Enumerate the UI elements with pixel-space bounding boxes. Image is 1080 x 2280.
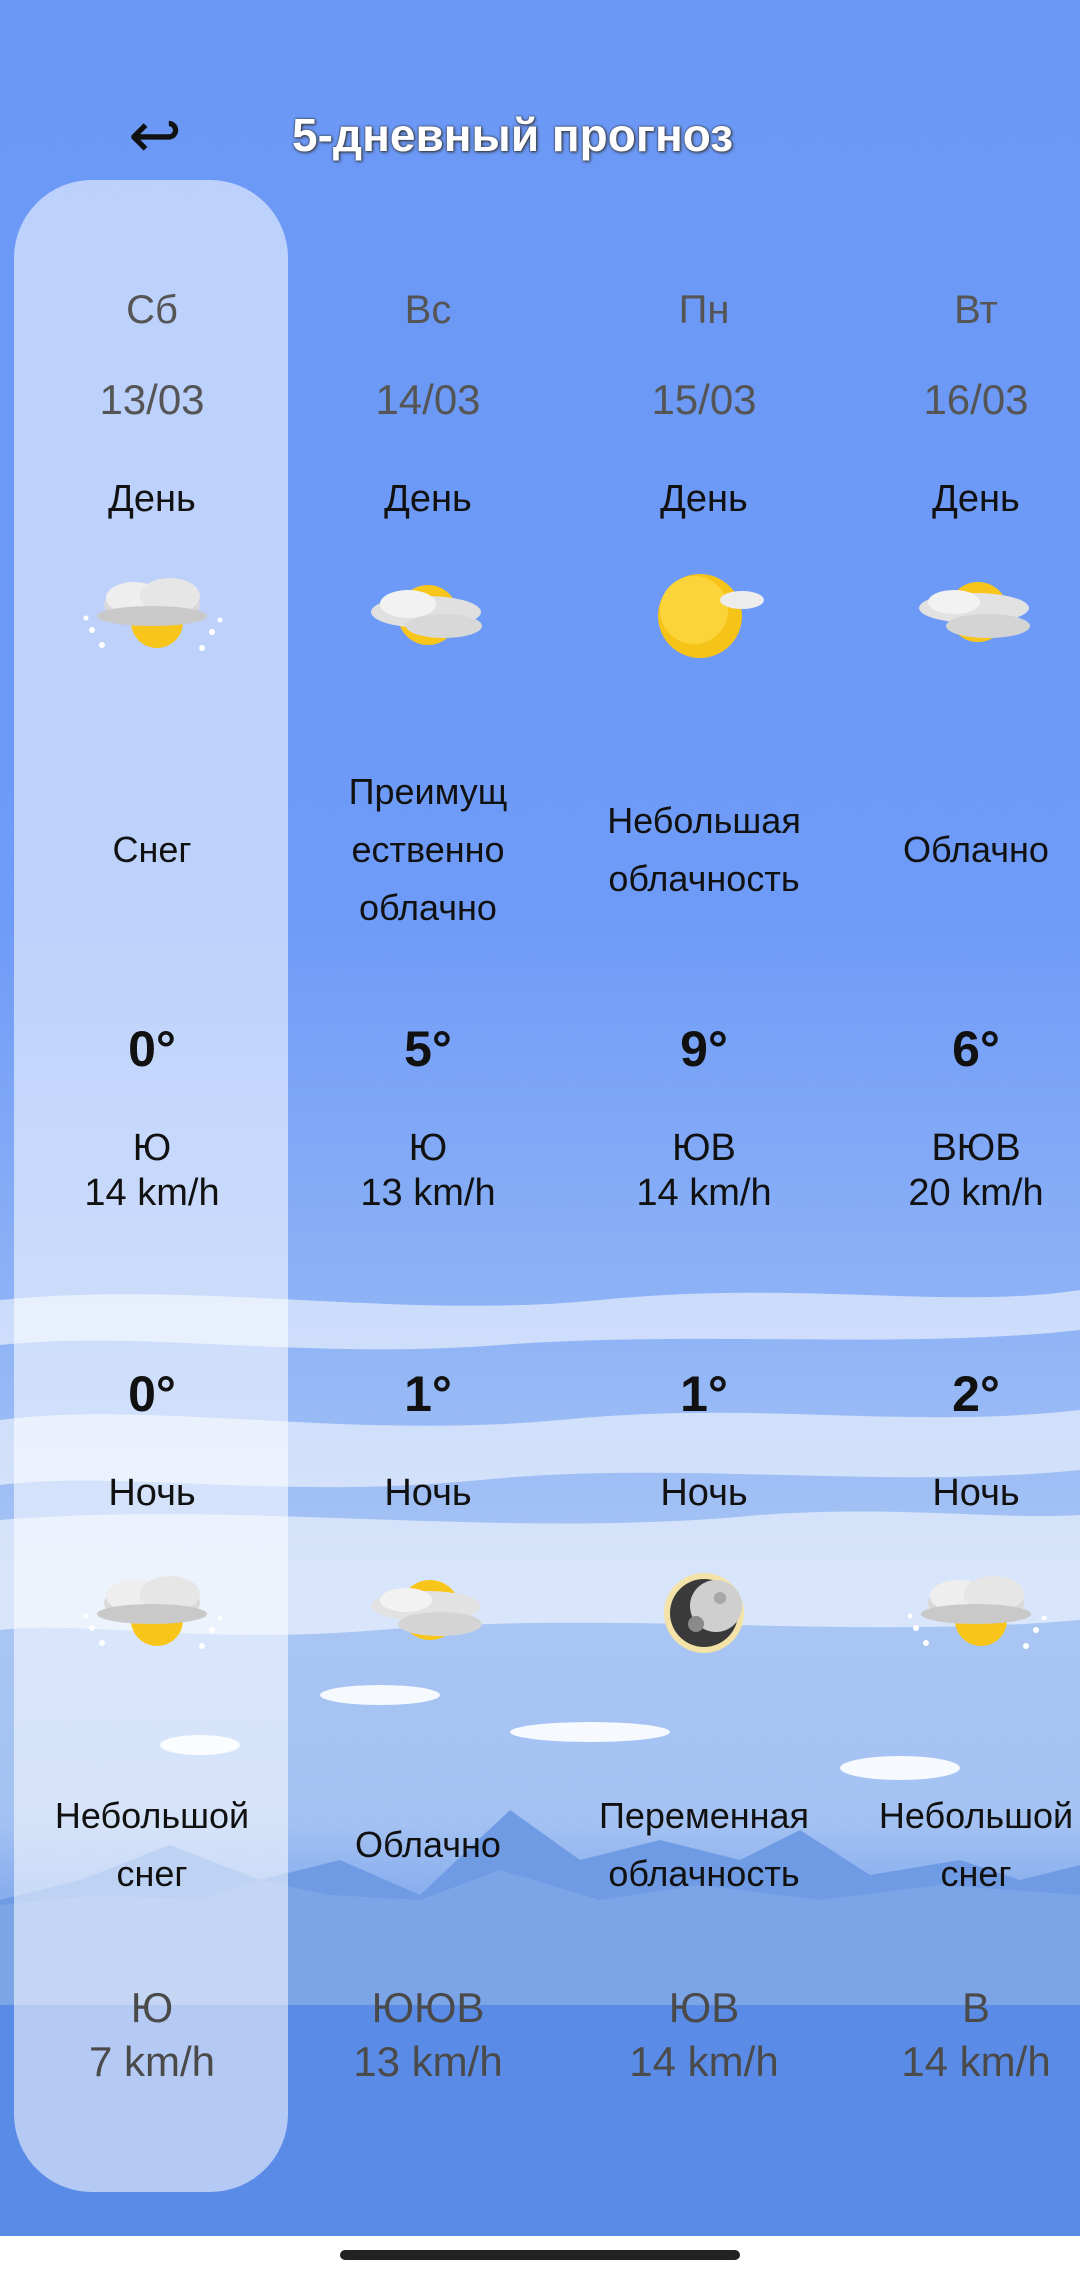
- night-wind-direction: Ю: [130, 1984, 174, 2031]
- night-wind-speed: 13 km/h: [353, 2038, 503, 2085]
- date-label: 13/03: [99, 376, 205, 423]
- day-of-week: Сб: [126, 288, 178, 332]
- forecast-day-column-1[interactable]: Вс 14/03 День Преимущ ественно облачно 5…: [290, 0, 566, 2280]
- day-wind-direction: Ю: [132, 1127, 172, 1169]
- snow-cloud-icon: [72, 1558, 232, 1668]
- day-label: День: [660, 478, 748, 520]
- night-label: Ночь: [384, 1472, 472, 1514]
- night-wind-speed: 7 km/h: [88, 2038, 216, 2085]
- day-of-week: Вт: [954, 288, 998, 332]
- day-wind-speed: 20 km/h: [908, 1172, 1044, 1214]
- night-temperature: 1°: [680, 1366, 728, 1422]
- day-of-week: Пн: [678, 288, 730, 332]
- night-wind-speed: 14 km/h: [629, 2038, 779, 2085]
- day-temperature: 6°: [952, 1021, 1000, 1077]
- day-condition: Преимущ ественно облачно: [348, 771, 508, 928]
- day-temperature: 9°: [680, 1021, 728, 1077]
- day-temperature: 0°: [128, 1021, 176, 1077]
- home-indicator[interactable]: [340, 2250, 740, 2260]
- date-label: 16/03: [923, 376, 1029, 423]
- day-of-week: Вс: [404, 288, 452, 332]
- snow-cloud-icon: [72, 560, 232, 670]
- night-temperature: 0°: [128, 1366, 176, 1422]
- day-wind-speed: 14 km/h: [636, 1172, 772, 1214]
- date-label: 14/03: [375, 376, 481, 423]
- night-wind-direction: ЮЮВ: [371, 1984, 485, 2031]
- forecast-day-column-0[interactable]: Сб 13/03 День Снег 0° Ю 14 km/h 0° Ночь …: [14, 0, 290, 2280]
- day-label: День: [108, 478, 196, 520]
- forecast-day-column-3[interactable]: Вт 16/03 День Облачно 6° ВЮВ 20 km/h 2° …: [838, 0, 1080, 2280]
- day-wind-speed: 13 km/h: [360, 1172, 496, 1214]
- day-wind-direction: Ю: [408, 1127, 448, 1169]
- night-condition: Небольшой снег: [54, 1795, 250, 1894]
- night-temperature: 2°: [952, 1366, 1000, 1422]
- day-temperature: 5°: [404, 1021, 452, 1077]
- night-wind-direction: ЮВ: [668, 1984, 740, 2031]
- date-label: 15/03: [651, 376, 757, 423]
- day-condition: Облачно: [903, 829, 1049, 870]
- day-label: День: [932, 478, 1020, 520]
- night-wind-direction: В: [961, 1984, 990, 2031]
- night-label: Ночь: [108, 1472, 196, 1514]
- forecast-day-column-2[interactable]: Пн 15/03 День Небольшая облачность 9° ЮВ…: [566, 0, 842, 2280]
- snow-cloud-icon: [896, 1558, 1056, 1668]
- night-temperature: 1°: [404, 1366, 452, 1422]
- day-wind-direction: ЮВ: [672, 1127, 736, 1169]
- night-label: Ночь: [932, 1472, 1020, 1514]
- night-condition: Переменная облачность: [599, 1795, 809, 1894]
- night-condition: Небольшой снег: [878, 1795, 1074, 1894]
- day-condition: Снег: [112, 829, 192, 870]
- day-condition: Небольшая облачность: [607, 800, 801, 899]
- cloudy-icon: [348, 1558, 508, 1668]
- day-wind-direction: ВЮВ: [931, 1127, 1021, 1169]
- day-label: День: [384, 478, 472, 520]
- night-label: Ночь: [660, 1472, 748, 1514]
- moon-icon: [624, 1558, 784, 1668]
- cloudy-icon: [896, 560, 1056, 670]
- night-condition: Облачно: [355, 1824, 501, 1865]
- day-wind-speed: 14 km/h: [84, 1172, 220, 1214]
- mostly-cloudy-icon: [348, 560, 508, 670]
- night-wind-speed: 14 km/h: [901, 2038, 1051, 2085]
- sunny-icon: [624, 560, 784, 670]
